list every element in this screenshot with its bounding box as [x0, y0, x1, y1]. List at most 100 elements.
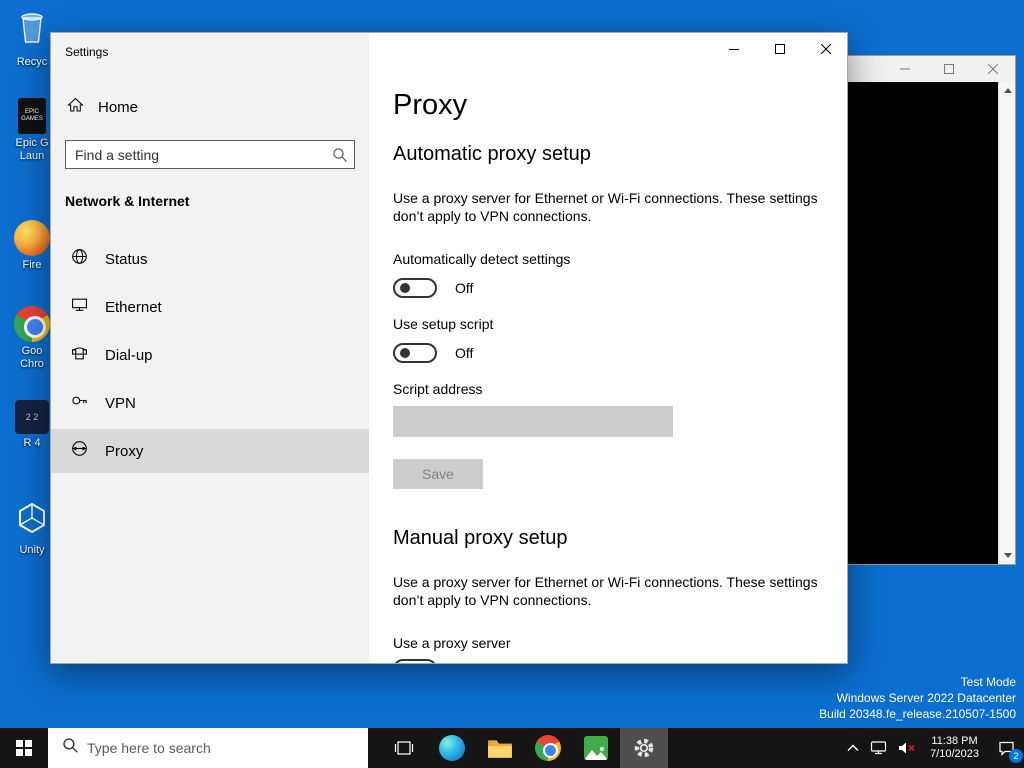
bg-minimize-button[interactable]	[883, 56, 927, 82]
scroll-down-button[interactable]	[999, 547, 1016, 564]
taskbar-chrome-button[interactable]	[524, 728, 572, 768]
window-title: Settings	[65, 45, 109, 59]
script-address-input[interactable]	[393, 406, 673, 437]
search-icon	[332, 147, 348, 168]
manual-description: Use a proxy server for Ethernet or Wi-Fi…	[393, 574, 818, 608]
toggle-knob	[400, 348, 410, 358]
close-icon	[821, 44, 831, 54]
toggle-knob	[400, 283, 410, 293]
desktop: Recyc EPIC GAMES Epic G Laun Fire Goo Ch…	[0, 0, 1024, 768]
background-window-scrollbar[interactable]	[998, 82, 1015, 564]
settings-window: Settings Home Network & Internet	[50, 32, 848, 664]
proxy-icon	[71, 440, 88, 462]
sidebar-item-proxy[interactable]: Proxy	[51, 429, 369, 473]
photos-icon	[584, 736, 608, 760]
speaker-muted-icon	[899, 742, 915, 754]
detect-settings-label: Automatically detect settings	[393, 251, 571, 267]
setup-script-toggle[interactable]	[393, 343, 437, 363]
home-icon	[67, 97, 84, 118]
status-icon	[71, 248, 88, 270]
sidebar-section-header: Network & Internet	[65, 193, 190, 209]
watermark-line: Build 20348.fe_release.210507-1500	[819, 707, 1016, 721]
epic-games-icon: EPIC GAMES	[18, 98, 46, 134]
chrome-icon	[535, 735, 561, 761]
chevron-up-icon	[847, 744, 859, 751]
notification-badge: 2	[1009, 749, 1023, 763]
test-mode-watermark: Test Mode Windows Server 2022 Datacenter…	[819, 674, 1016, 722]
edge-icon	[439, 735, 465, 761]
taskbar-search-input[interactable]	[87, 740, 337, 756]
windows-logo-icon	[16, 740, 32, 756]
scroll-down-icon	[1003, 553, 1012, 558]
maximize-icon	[944, 64, 954, 74]
clock-time: 11:38 PM	[931, 735, 978, 747]
taskbar-edge-button[interactable]	[428, 728, 476, 768]
dialup-icon	[71, 344, 88, 366]
script-address-label: Script address	[393, 381, 483, 397]
setup-script-label: Use setup script	[393, 316, 494, 332]
file-explorer-icon	[488, 740, 512, 758]
automatic-description: Use a proxy server for Ethernet or Wi-Fi…	[393, 190, 818, 224]
r-app-icon: 2 2	[15, 400, 49, 434]
system-tray: 11:38 PM 7/10/2023 2	[841, 728, 1024, 768]
epic-icon-text: EPIC	[24, 109, 39, 115]
action-center-button[interactable]: 2	[988, 728, 1024, 768]
taskbar-clock[interactable]: 11:38 PM 7/10/2023	[921, 735, 988, 761]
vpn-icon	[71, 392, 88, 414]
network-icon	[870, 741, 887, 755]
search-icon	[62, 737, 79, 759]
start-button[interactable]	[0, 728, 48, 768]
sidebar-item-ethernet[interactable]: Ethernet	[51, 285, 369, 329]
scroll-up-icon	[1003, 88, 1012, 93]
settings-search-box	[65, 140, 355, 169]
tray-volume-button[interactable]	[893, 728, 921, 768]
close-button[interactable]	[803, 33, 847, 65]
epic-icon-text: GAMES	[21, 116, 43, 122]
use-proxy-server-toggle[interactable]	[393, 659, 437, 663]
bg-maximize-button[interactable]	[927, 56, 971, 82]
sidebar-item-vpn[interactable]: VPN	[51, 381, 369, 425]
sidebar-item-label: Proxy	[105, 442, 144, 460]
watermark-line: Windows Server 2022 Datacenter	[836, 691, 1016, 705]
sidebar-item-dialup[interactable]: Dial-up	[51, 333, 369, 377]
detect-settings-state: Off	[455, 280, 474, 296]
taskbar: 11:38 PM 7/10/2023 2	[0, 728, 1024, 768]
section-heading-automatic: Automatic proxy setup	[393, 143, 591, 165]
taskbar-photos-button[interactable]	[572, 728, 620, 768]
sidebar-item-home[interactable]: Home	[51, 89, 369, 125]
section-heading-manual: Manual proxy setup	[393, 527, 568, 549]
task-view-icon	[394, 741, 414, 755]
bg-close-button[interactable]	[971, 56, 1015, 82]
page-title: Proxy	[393, 89, 468, 121]
ethernet-icon	[71, 296, 88, 318]
firefox-icon	[14, 220, 50, 256]
sidebar-item-label: VPN	[105, 394, 136, 412]
sidebar-item-label: Dial-up	[105, 346, 153, 364]
sidebar-item-label: Home	[98, 98, 139, 116]
taskbar-settings-button[interactable]	[620, 728, 668, 768]
setup-script-state: Off	[455, 345, 474, 361]
save-button[interactable]: Save	[393, 459, 483, 489]
minimize-icon	[900, 68, 910, 70]
tray-show-hidden-icons-button[interactable]	[841, 728, 865, 768]
gear-icon	[634, 738, 654, 758]
taskbar-search-box	[48, 728, 368, 768]
watermark-line: Test Mode	[960, 675, 1016, 689]
scroll-up-button[interactable]	[999, 82, 1016, 99]
tray-network-button[interactable]	[865, 728, 893, 768]
use-proxy-server-label: Use a proxy server	[393, 635, 511, 651]
maximize-icon	[775, 44, 785, 54]
sidebar-item-label: Status	[105, 250, 148, 268]
taskbar-file-explorer-button[interactable]	[476, 728, 524, 768]
task-view-button[interactable]	[380, 728, 428, 768]
sidebar-item-label: Ethernet	[105, 298, 162, 316]
minimize-button[interactable]	[711, 33, 757, 65]
maximize-button[interactable]	[757, 33, 803, 65]
detect-settings-toggle[interactable]	[393, 278, 437, 298]
clock-date: 7/10/2023	[930, 748, 979, 760]
close-icon	[988, 64, 998, 74]
settings-search-input[interactable]	[66, 141, 354, 168]
minimize-icon	[729, 49, 739, 50]
sidebar-item-status[interactable]: Status	[51, 237, 369, 281]
chrome-icon	[14, 306, 50, 342]
